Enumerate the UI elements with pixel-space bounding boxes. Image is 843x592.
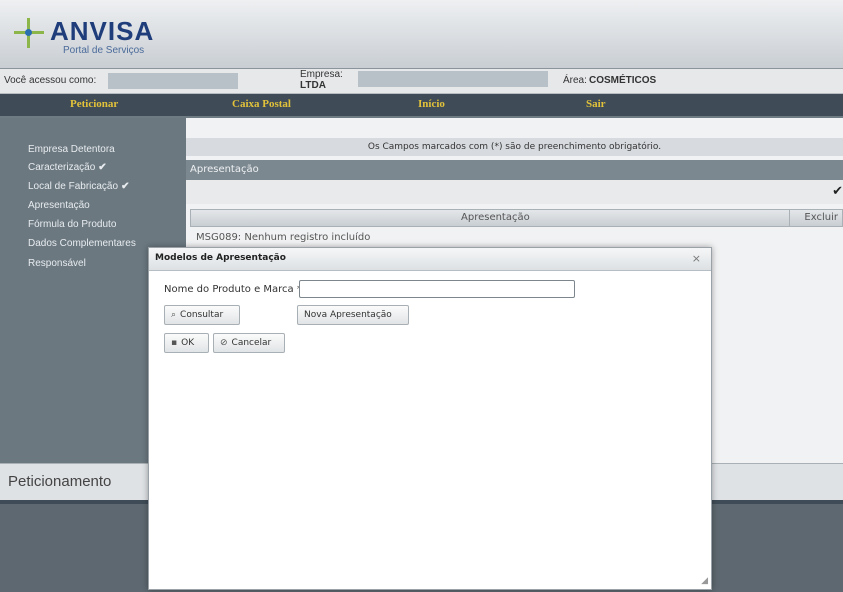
nav-peticionar[interactable]: Peticionar [70, 98, 118, 110]
section-toolbar: ✔ [186, 180, 843, 204]
header: ANVISA Portal de Serviços [0, 0, 843, 69]
user-name-redacted [108, 73, 238, 89]
cancelar-button[interactable]: ⊘ Cancelar [213, 333, 285, 353]
nova-apresentacao-button[interactable]: Nova Apresentação [297, 305, 409, 325]
section-title: Apresentação [186, 160, 843, 180]
checkmark-icon: ✔ [121, 181, 130, 192]
checkmark-icon: ✔ [98, 162, 107, 173]
empresa-suffix: LTDA [300, 80, 326, 91]
sidebar-item-empresa-detentora[interactable]: Empresa Detentora [28, 144, 115, 155]
user-label: Você acessou como: [4, 75, 97, 86]
consultar-button[interactable]: ⌕ Consultar [164, 305, 240, 325]
resize-handle-icon[interactable]: ◢ [701, 576, 708, 586]
column-excluir: Excluir [804, 212, 838, 223]
required-fields-notice: Os Campos marcados com (*) são de preenc… [186, 138, 843, 156]
sidebar-item-local-fabricacao[interactable]: Local de Fabricação ✔ [28, 181, 129, 192]
column-apresentacao: Apresentação [461, 212, 530, 223]
sidebar-item-formula[interactable]: Fórmula do Produto [28, 219, 116, 230]
area-label: Área: [563, 75, 587, 86]
confirm-check-icon[interactable]: ✔ [832, 184, 843, 199]
search-icon: ⌕ [171, 310, 177, 320]
footer-title: Peticionamento [8, 473, 112, 490]
nav-caixa-postal[interactable]: Caixa Postal [232, 98, 291, 110]
nav-inicio[interactable]: Início [418, 98, 445, 110]
save-icon: ▪ [171, 338, 178, 348]
sidebar-item-responsavel[interactable]: Responsável [28, 258, 86, 269]
user-info-bar: Você acessou como: Empresa: LTDA Área: C… [0, 69, 843, 94]
empty-table-message: MSG089: Nenhum registro incluído [196, 232, 371, 243]
empresa-name-redacted [358, 71, 548, 87]
empresa-label: Empresa: [300, 69, 343, 80]
modelos-apresentacao-dialog: Modelos de Apresentação × Nome do Produt… [148, 247, 712, 590]
sidebar-item-apresentacao[interactable]: Apresentação [28, 200, 90, 211]
logo-subtitle: Portal de Serviços [63, 45, 145, 56]
main-nav: Peticionar Caixa Postal Início Sair [0, 94, 843, 116]
close-icon[interactable]: × [692, 252, 701, 265]
anvisa-logo-icon [14, 18, 44, 48]
sidebar-item-dados-complementares[interactable]: Dados Complementares [28, 238, 136, 249]
table-header: Apresentação Excluir [190, 209, 843, 227]
dialog-title: Modelos de Apresentação [155, 253, 286, 263]
product-name-input[interactable] [299, 280, 575, 298]
sidebar-item-caracterizacao[interactable]: Caracterização ✔ [28, 162, 107, 173]
product-name-label: Nome do Produto e Marca * [164, 284, 302, 295]
cancel-icon: ⊘ [220, 338, 228, 348]
ok-button[interactable]: ▪ OK [164, 333, 209, 353]
dialog-titlebar[interactable]: Modelos de Apresentação × [149, 248, 711, 271]
nav-sair[interactable]: Sair [586, 98, 606, 110]
logo-title: ANVISA [50, 16, 155, 46]
area-value: COSMÉTICOS [589, 75, 657, 86]
